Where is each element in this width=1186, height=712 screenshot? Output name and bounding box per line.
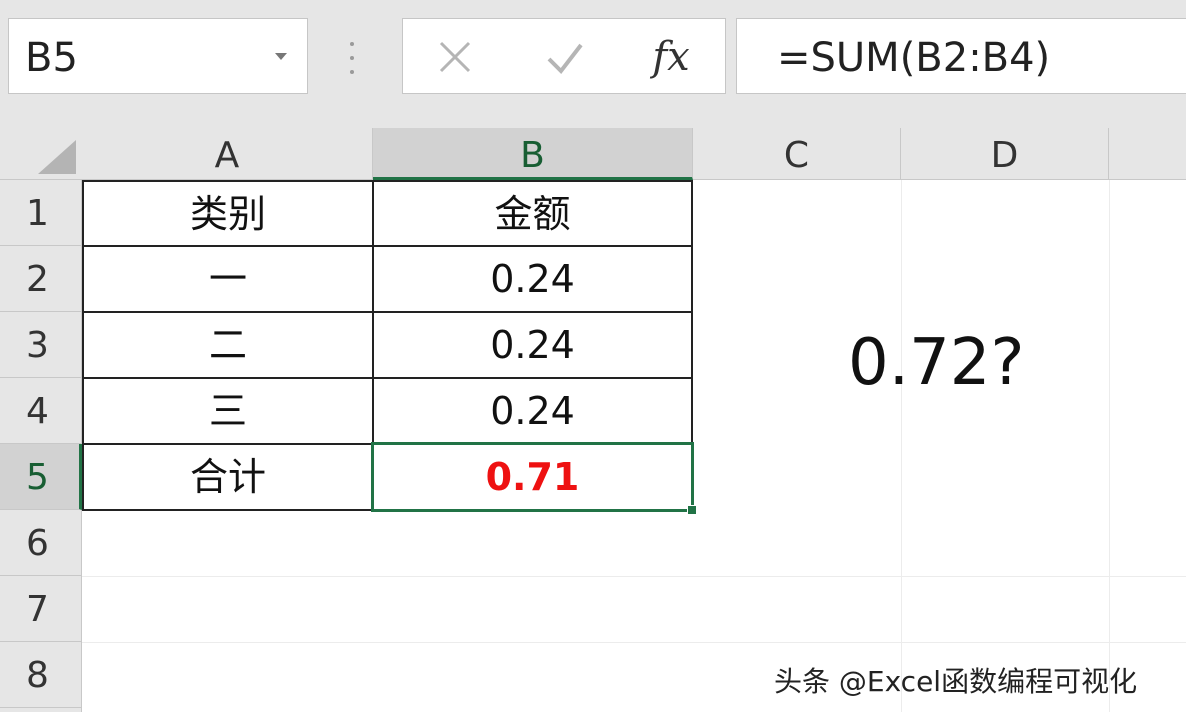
checkmark-icon[interactable] <box>537 29 593 85</box>
cell-text: 0.24 <box>490 389 575 433</box>
cell-text: 0.24 <box>490 257 575 301</box>
cell-text: 类别 <box>189 192 266 236</box>
annotation-text: 0.72? <box>848 326 1025 400</box>
cell-b5-selected[interactable]: 0.71 <box>371 442 694 512</box>
cell-a3[interactable]: 二 <box>82 311 374 379</box>
cell-b4[interactable]: 0.24 <box>372 377 693 445</box>
column-header-c[interactable]: C <box>693 128 901 180</box>
cell-a4[interactable]: 三 <box>82 377 374 445</box>
cell-text: 金额 <box>494 192 571 236</box>
formula-text[interactable]: =SUM(B2:B4) <box>777 35 1050 81</box>
row-header-2[interactable]: 2 <box>0 246 82 312</box>
row-header-6[interactable]: 6 <box>0 510 82 576</box>
column-header-a[interactable]: A <box>82 128 373 180</box>
chevron-down-icon[interactable] <box>275 53 287 60</box>
row-header-1[interactable]: 1 <box>0 180 82 246</box>
cell-a5[interactable]: 合计 <box>82 443 374 511</box>
cell-b3[interactable]: 0.24 <box>372 311 693 379</box>
row-header-4[interactable]: 4 <box>0 378 82 444</box>
cell-text: 二 <box>208 323 247 367</box>
select-all-button[interactable] <box>0 128 82 180</box>
cell-text: 合计 <box>189 455 266 499</box>
column-header-b[interactable]: B <box>373 128 693 180</box>
row-header-8[interactable]: 8 <box>0 642 82 708</box>
insert-function-button[interactable]: fx <box>643 29 699 85</box>
x-icon[interactable] <box>427 29 483 85</box>
cell-text: 三 <box>208 389 247 433</box>
row-header-3[interactable]: 3 <box>0 312 82 378</box>
row-header-bar: 1 2 3 4 5 6 7 8 <box>0 180 82 712</box>
row-header-5[interactable]: 5 <box>0 444 82 510</box>
name-box[interactable]: B5 <box>8 18 308 94</box>
gridline <box>82 576 1186 577</box>
column-header-d[interactable]: D <box>901 128 1109 180</box>
name-box-value[interactable]: B5 <box>25 35 78 81</box>
watermark-text: 头条 @Excel函数编程可视化 <box>774 665 1138 698</box>
drag-handle-icon[interactable] <box>346 40 358 76</box>
cell-text: 一 <box>208 257 247 301</box>
gridline <box>901 180 902 712</box>
cell-text: 0.71 <box>485 455 580 499</box>
fill-handle[interactable] <box>687 505 697 515</box>
cell-a1[interactable]: 类别 <box>82 180 374 247</box>
formula-bar-area: B5 fx =SUM(B2:B4) <box>0 0 1186 128</box>
formula-input[interactable]: =SUM(B2:B4) <box>736 18 1186 94</box>
cell-text: 0.24 <box>490 323 575 367</box>
gridline <box>1109 180 1110 712</box>
cell-a2[interactable]: 一 <box>82 245 374 313</box>
formula-buttons: fx <box>402 18 726 94</box>
gridline <box>82 642 1186 643</box>
cell-b1[interactable]: 金额 <box>372 180 693 247</box>
row-header-7[interactable]: 7 <box>0 576 82 642</box>
cell-b2[interactable]: 0.24 <box>372 245 693 313</box>
